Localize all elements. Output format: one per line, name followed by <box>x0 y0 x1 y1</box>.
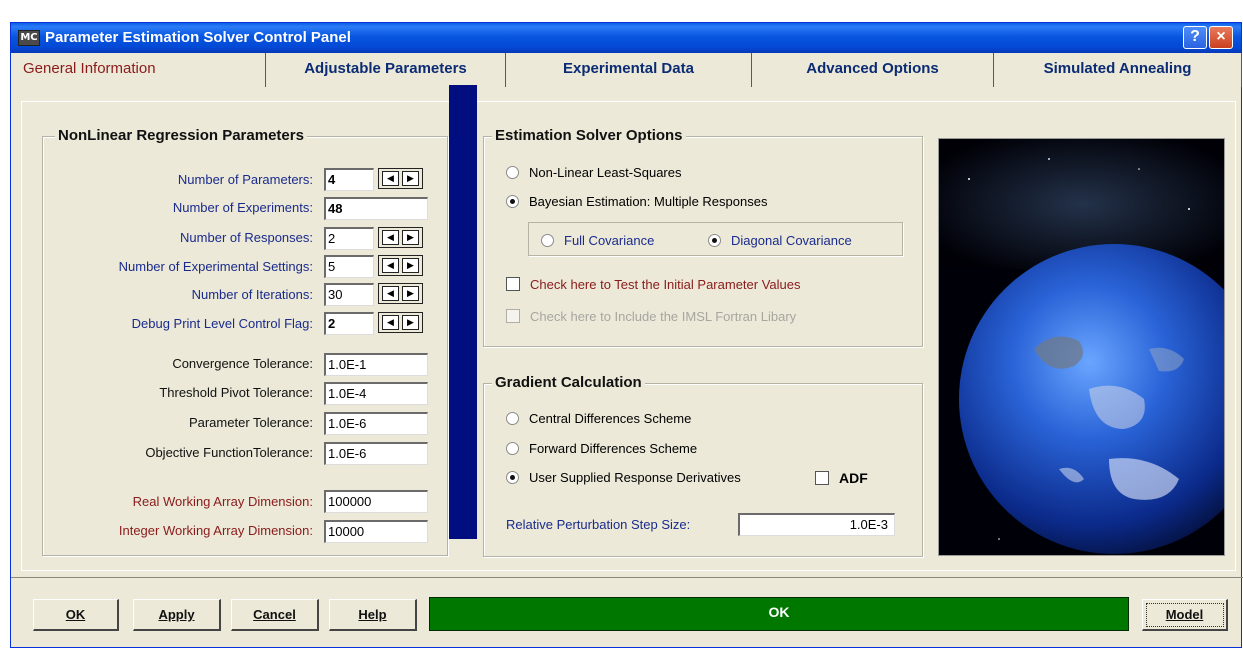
checkbox-disabled-icon <box>506 309 520 323</box>
num-parameters-label: Number of Parameters: <box>177 172 313 187</box>
integer-array-input[interactable]: 10000 <box>324 520 428 543</box>
check-test-initial-values[interactable]: Check here to Test the Initial Parameter… <box>506 277 801 292</box>
help-button[interactable]: Help <box>329 599 417 631</box>
spin-right-icon[interactable]: ▶ <box>402 258 419 273</box>
model-button[interactable]: Model <box>1142 599 1228 631</box>
radio-diagonal-covariance[interactable]: Diagonal Covariance <box>708 233 852 248</box>
num-settings-spinner[interactable]: ◀ ▶ <box>378 255 423 276</box>
app-icon: MC <box>18 30 40 46</box>
apply-button[interactable]: Apply <box>133 599 221 631</box>
spin-left-icon[interactable]: ◀ <box>382 315 399 330</box>
tab-strip: General Information Adjustable Parameter… <box>11 53 1243 87</box>
real-array-input[interactable]: 100000 <box>324 490 428 513</box>
objective-tolerance-label: Objective FunctionTolerance: <box>145 445 313 460</box>
spin-right-icon[interactable]: ▶ <box>402 286 419 301</box>
num-parameters-input[interactable]: 4 <box>324 168 374 191</box>
check-include-imsl[interactable]: Check here to Include the IMSL Fortran L… <box>506 309 796 324</box>
cancel-button[interactable]: Cancel <box>231 599 319 631</box>
spin-left-icon[interactable]: ◀ <box>382 258 399 273</box>
step-size-label: Relative Perturbation Step Size: <box>506 517 691 532</box>
step-size-input[interactable]: 1.0E-3 <box>738 513 895 536</box>
convergence-tolerance-label: Convergence Tolerance: <box>172 356 313 371</box>
num-responses-label: Number of Responses: <box>180 230 313 245</box>
spin-right-icon[interactable]: ▶ <box>402 315 419 330</box>
gradient-title: Gradient Calculation <box>492 374 645 391</box>
radio-unselected-icon <box>506 412 519 425</box>
spin-left-icon[interactable]: ◀ <box>382 286 399 301</box>
num-parameters-spinner[interactable]: ◀ ▶ <box>378 168 423 189</box>
tab-experimental-data[interactable]: Experimental Data <box>506 53 752 87</box>
num-responses-input[interactable]: 2 <box>324 227 374 250</box>
radio-full-covariance[interactable]: Full Covariance <box>541 233 654 248</box>
num-settings-input[interactable]: 5 <box>324 255 374 278</box>
tab-advanced-options[interactable]: Advanced Options <box>752 53 994 87</box>
debug-level-label: Debug Print Level Control Flag: <box>131 316 313 331</box>
debug-level-input[interactable]: 2 <box>324 312 374 335</box>
radio-selected-icon <box>708 234 721 247</box>
spin-right-icon[interactable]: ▶ <box>402 171 419 186</box>
radio-forward-differences[interactable]: Forward Differences Scheme <box>506 441 697 456</box>
radio-central-differences[interactable]: Central Differences Scheme <box>506 411 691 426</box>
divider-bar <box>449 85 477 539</box>
tab-general-information[interactable]: General Information <box>11 53 266 87</box>
close-icon[interactable]: × <box>1209 26 1233 49</box>
radio-unselected-icon <box>541 234 554 247</box>
window-title: Parameter Estimation Solver Control Pane… <box>45 29 351 46</box>
checkbox-unchecked-icon <box>815 471 829 485</box>
radio-user-supplied-derivatives[interactable]: User Supplied Response Derivatives <box>506 470 741 485</box>
radio-unselected-icon <box>506 442 519 455</box>
bottom-bar: OK Apply Cancel Help OK Model <box>11 577 1243 647</box>
globe-graphic <box>939 139 1224 555</box>
radio-nonlinear-least-squares[interactable]: Non-Linear Least-Squares <box>506 165 681 180</box>
num-iterations-input[interactable]: 30 <box>324 283 374 306</box>
num-iterations-label: Number of Iterations: <box>191 287 313 302</box>
debug-level-spinner[interactable]: ◀ ▶ <box>378 312 423 333</box>
pivot-tolerance-label: Threshold Pivot Tolerance: <box>159 385 313 400</box>
radio-bayesian-estimation[interactable]: Bayesian Estimation: Multiple Responses <box>506 194 767 209</box>
tab-adjustable-parameters[interactable]: Adjustable Parameters <box>266 53 506 87</box>
spin-right-icon[interactable]: ▶ <box>402 230 419 245</box>
num-responses-spinner[interactable]: ◀ ▶ <box>378 227 423 248</box>
status-bar: OK <box>429 597 1129 631</box>
earth-globe-image <box>938 138 1225 556</box>
integer-array-label: Integer Working Array Dimension: <box>118 523 313 538</box>
num-settings-label: Number of Experimental Settings: <box>118 259 313 274</box>
convergence-tolerance-input[interactable]: 1.0E-1 <box>324 353 428 376</box>
check-adf[interactable]: ADF <box>815 470 868 486</box>
num-experiments-label: Number of Experiments: <box>172 200 313 215</box>
radio-unselected-icon <box>506 166 519 179</box>
objective-tolerance-input[interactable]: 1.0E-6 <box>324 442 428 465</box>
ok-button[interactable]: OK <box>33 599 119 631</box>
spin-left-icon[interactable]: ◀ <box>382 230 399 245</box>
solver-options-title: Estimation Solver Options <box>492 127 686 144</box>
parameter-tolerance-input[interactable]: 1.0E-6 <box>324 412 428 435</box>
spin-left-icon[interactable]: ◀ <box>382 171 399 186</box>
title-bar[interactable]: MC Parameter Estimation Solver Control P… <box>11 23 1241 53</box>
tab-simulated-annealing[interactable]: Simulated Annealing <box>994 53 1242 87</box>
checkbox-unchecked-icon <box>506 277 520 291</box>
help-title-button[interactable]: ? <box>1183 26 1207 49</box>
pivot-tolerance-input[interactable]: 1.0E-4 <box>324 382 428 405</box>
regression-group-title: NonLinear Regression Parameters <box>55 127 307 144</box>
radio-selected-icon <box>506 195 519 208</box>
main-window: MC Parameter Estimation Solver Control P… <box>10 22 1243 648</box>
num-iterations-spinner[interactable]: ◀ ▶ <box>378 283 423 304</box>
radio-selected-icon <box>506 471 519 484</box>
real-array-label: Real Working Array Dimension: <box>132 494 313 509</box>
parameter-tolerance-label: Parameter Tolerance: <box>188 415 313 430</box>
num-experiments-input[interactable]: 48 <box>324 197 428 220</box>
